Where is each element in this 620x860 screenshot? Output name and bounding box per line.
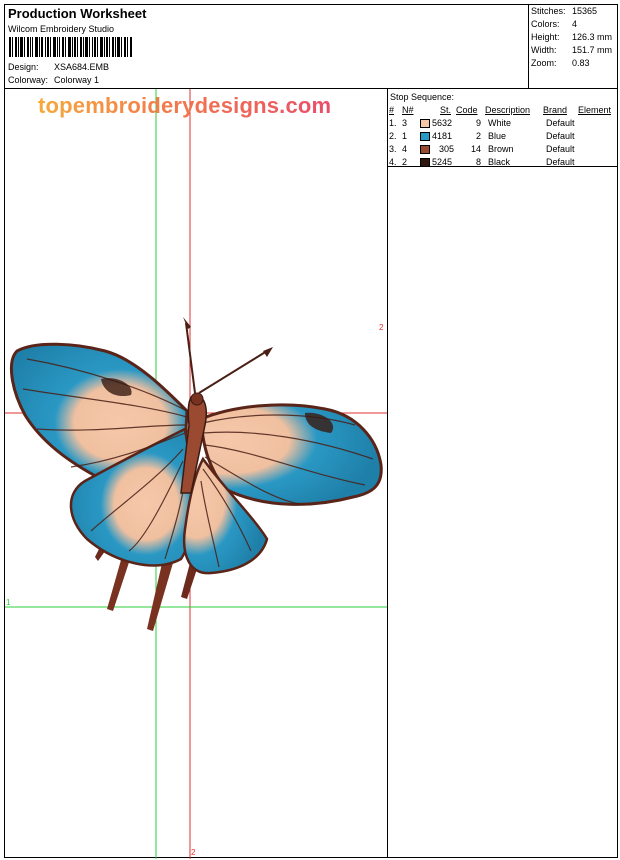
stop-sequence-title: Stop Sequence:	[390, 92, 455, 102]
design-value: XSA684.EMB	[54, 62, 110, 72]
stats-divider	[528, 5, 529, 88]
color-swatch	[420, 132, 430, 141]
worksheet-title: Production Worksheet	[8, 6, 147, 21]
column-header: Brand	[543, 105, 568, 115]
stat-label: Colors:	[531, 19, 560, 29]
column-header: N#	[402, 105, 414, 115]
row-description: Brown	[488, 144, 514, 154]
column-header: #	[389, 105, 395, 115]
table-bottom-rule	[388, 166, 617, 167]
axis-label-red-bottom: 2	[191, 848, 196, 857]
stat-value: 126.3 mm	[572, 32, 613, 42]
row-stitches: 305	[439, 144, 455, 154]
stat-height: Height: 126.3 mm	[531, 32, 612, 42]
stat-label: Zoom:	[531, 58, 557, 68]
row-code: 14	[471, 144, 482, 154]
stat-label: Height:	[531, 32, 560, 42]
stat-width: Width: 151.7 mm	[531, 45, 612, 55]
worksheet-frame: Production Worksheet Wilcom Embroidery S…	[4, 4, 618, 859]
table-row: 4. 2 5245 8 Black Default	[388, 157, 617, 170]
column-header: St.	[440, 105, 452, 115]
row-needle: 3	[402, 118, 408, 128]
row-needle: 4	[402, 144, 408, 154]
row-code: 2	[476, 131, 482, 141]
watermark-text: topembroiderydesigns.com	[38, 93, 332, 118]
row-brand: Default	[546, 131, 575, 141]
stat-label: Width:	[531, 45, 557, 55]
colorway-value: Colorway 1	[54, 75, 100, 85]
stat-stitches: Stitches: 15365	[531, 6, 597, 16]
row-index: 1.	[389, 118, 397, 128]
column-header: Code	[456, 105, 478, 115]
butterfly-design	[10, 317, 383, 631]
design-row: Design: XSA684.EMB	[8, 62, 109, 72]
stat-label: Stitches:	[531, 6, 566, 16]
row-index: 3.	[389, 144, 397, 154]
stat-zoom: Zoom: 0.83	[531, 58, 590, 68]
axis-label-red-right: 2	[379, 323, 384, 332]
color-swatch	[420, 145, 430, 154]
color-swatch	[420, 119, 430, 128]
table-row: 3. 4 305 14 Brown Default	[388, 144, 617, 157]
barcode	[9, 37, 132, 57]
row-needle: 1	[402, 131, 408, 141]
stat-value: 0.83	[572, 58, 590, 68]
colorway-row: Colorway: Colorway 1	[8, 75, 99, 85]
row-brand: Default	[546, 144, 575, 154]
column-header: Element	[578, 105, 612, 115]
software-name: Wilcom Embroidery Studio	[8, 24, 115, 34]
column-header: Description	[485, 105, 531, 115]
row-stitches: 4181	[432, 131, 453, 141]
stat-value: 4	[572, 19, 578, 29]
stat-value: 15365	[572, 6, 598, 16]
row-stitches: 5632	[432, 118, 453, 128]
colorway-label: Colorway:	[8, 75, 49, 85]
stat-value: 151.7 mm	[572, 45, 613, 55]
row-description: White	[488, 118, 512, 128]
axis-label-green-left: 1	[6, 598, 11, 607]
design-label: Design:	[8, 62, 39, 72]
table-row: 2. 1 4181 2 Blue Default	[388, 131, 617, 144]
row-brand: Default	[546, 118, 575, 128]
stat-colors: Colors: 4	[531, 19, 577, 29]
table-row: 1. 3 5632 9 White Default	[388, 118, 617, 131]
row-code: 9	[476, 118, 482, 128]
column-divider	[387, 88, 388, 858]
row-description: Blue	[488, 131, 507, 141]
row-index: 2.	[389, 131, 397, 141]
design-preview	[5, 89, 387, 859]
